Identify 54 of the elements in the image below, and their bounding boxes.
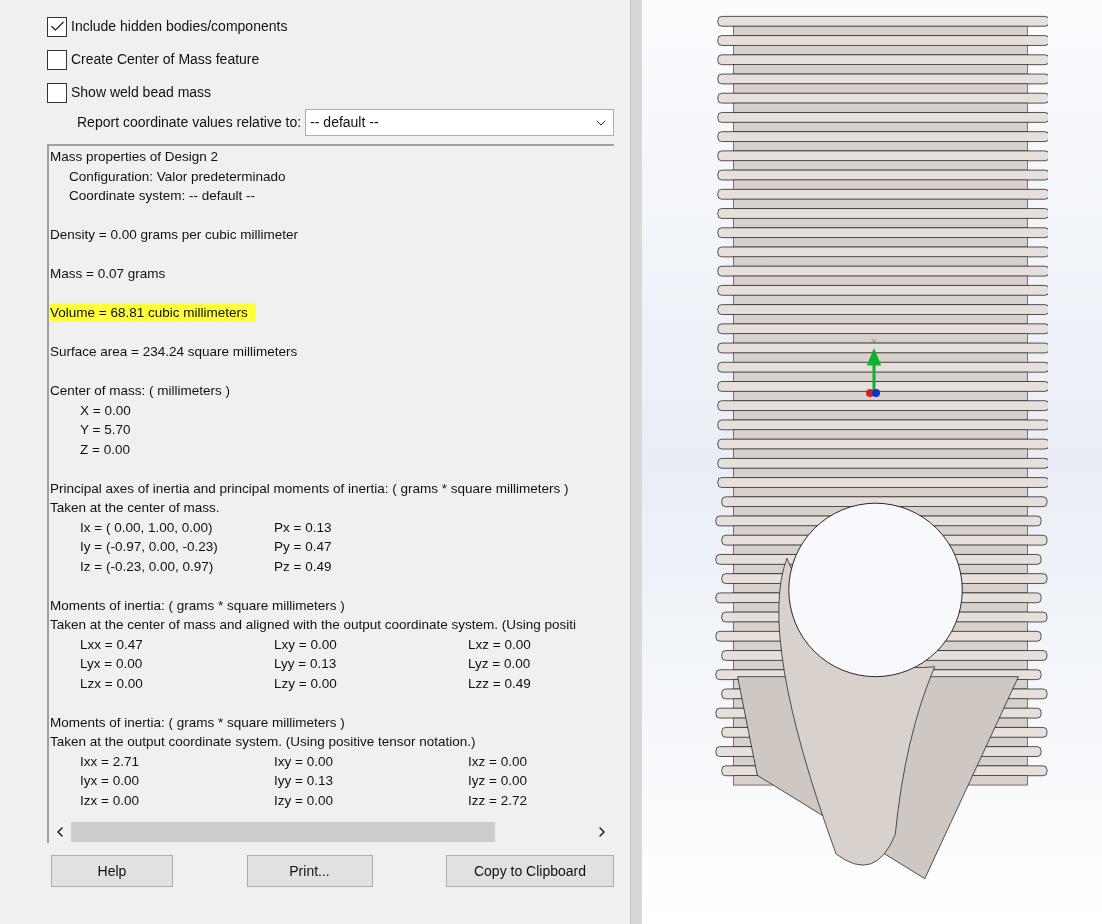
report-line: Y = 5.70 — [80, 421, 131, 439]
report-value: Iyz = 0.00 — [468, 773, 527, 788]
checkbox[interactable] — [47, 49, 67, 70]
report-value: Py = 0.47 — [274, 539, 332, 554]
report-value: Iz = (-0.23, 0.00, 0.97) — [80, 558, 214, 574]
report-value: Lxy = 0.00 — [274, 636, 337, 652]
report-line: Surface area = 234.24 square millimeters — [50, 343, 298, 361]
report-value: Izx = 0.00 — [80, 792, 139, 808]
report-value: Lyx = 0.00 — [80, 656, 143, 671]
report-value: Iyx = 0.00 — [80, 773, 139, 788]
report-line: Taken at the center of mass and aligned with the output coordinate system. (Using positi — [50, 616, 577, 634]
report-value: Ix = ( 0.00, 1.00, 0.00) — [80, 519, 213, 535]
report-value: Lyy = 0.13 — [274, 656, 337, 671]
report-line: Moments of inertia: ( grams * square millimeters ) — [50, 596, 345, 615]
report-value: Ixz = 0.00 — [468, 753, 527, 769]
report-value: Lzy = 0.00 — [274, 675, 337, 691]
dialog-button[interactable]: Print... — [246, 855, 373, 887]
report-line: Configuration: Valor predeterminado — [69, 167, 286, 186]
report-value: Lyz = 0.00 — [468, 656, 531, 671]
report-line: Density = 0.00 grams per cubic millimeter — [50, 226, 298, 244]
report-value: Iyy = 0.13 — [274, 773, 333, 788]
checkbox-label: Include hidden bodies/components — [71, 17, 288, 36]
report-value: Lxz = 0.00 — [468, 636, 531, 652]
report-line: Moments of inertia: ( grams * square millimeters ) — [50, 713, 345, 732]
report-value: Px = 0.13 — [274, 519, 332, 535]
report-value: Pz = 0.49 — [274, 558, 332, 574]
checkbox-label: Create Center of Mass feature — [71, 50, 260, 69]
coordinate-dropdown[interactable]: -- default -- — [305, 109, 614, 136]
scrollbar-thumb[interactable] — [71, 821, 495, 842]
report-value: Lzx = 0.00 — [80, 675, 143, 691]
dropdown-label: Report coordinate values relative to: — [77, 113, 302, 132]
report-line: Taken at the output coordinate system. (Using positive tensor notation.) — [50, 733, 476, 751]
report-value: Ixx = 2.71 — [80, 753, 139, 769]
checkbox[interactable] — [47, 16, 67, 37]
dialog-button[interactable]: Copy to Clipboard — [446, 855, 614, 887]
report-value: Iy = (-0.97, 0.00, -0.23) — [80, 539, 218, 554]
report-line: Center of mass: ( millimeters ) — [50, 382, 231, 400]
report-line: X = 0.00 — [80, 401, 131, 420]
report-value: Ixy = 0.00 — [274, 753, 333, 769]
checkbox-label: Show weld bead mass — [71, 83, 212, 102]
report-line: Mass = 0.07 grams — [50, 265, 166, 283]
report-value: Izy = 0.00 — [274, 792, 333, 808]
axis-label: Y — [871, 338, 877, 346]
report-line: Taken at the center of mass. — [50, 499, 220, 517]
report-line: Principal axes of inertia and principal moments of inertia: ( grams * square millimeters ) — [50, 479, 569, 498]
report-value: Lxx = 0.47 — [80, 636, 143, 652]
dialog-button[interactable]: Help — [51, 855, 173, 887]
report-value: Lzz = 0.49 — [468, 675, 531, 691]
report-line: Coordinate system: -- default -- — [69, 187, 256, 205]
report-line: Mass properties of Design 2 — [50, 148, 219, 166]
report-line: Z = 0.00 — [80, 440, 130, 459]
axis-triad-icon — [864, 346, 884, 398]
report-value: Izz = 2.72 — [468, 792, 527, 808]
checkbox[interactable] — [47, 82, 67, 103]
